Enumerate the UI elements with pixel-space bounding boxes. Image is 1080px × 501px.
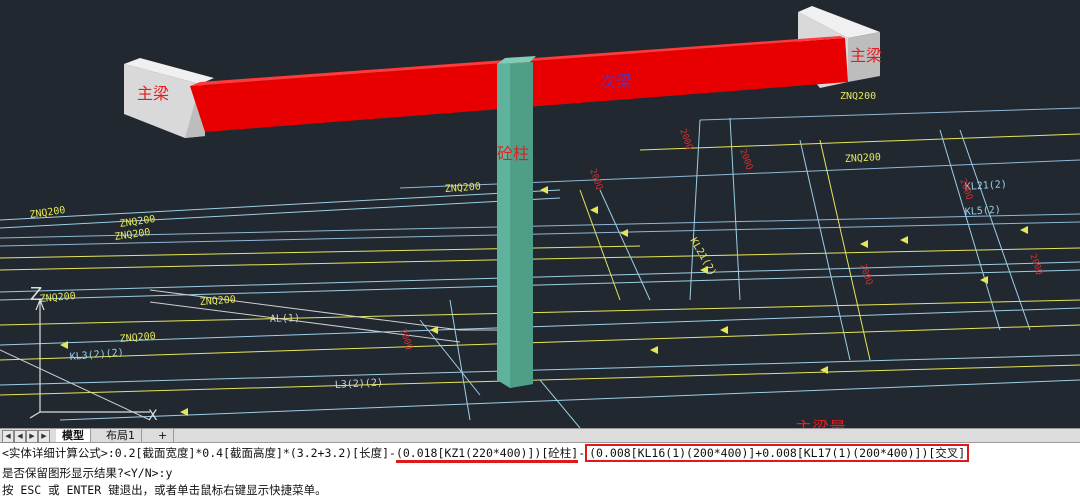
command-line-2: 是否保留图形显示结果?<Y/N>:y: [2, 466, 173, 480]
svg-text:ZNQ200: ZNQ200: [840, 91, 876, 102]
svg-text:200Q: 200Q: [857, 263, 874, 287]
svg-text:X: X: [148, 408, 158, 424]
svg-text:ZNQ200: ZNQ200: [29, 205, 66, 221]
svg-text:ZNQ200: ZNQ200: [39, 291, 76, 305]
tab-model[interactable]: 模型: [56, 429, 91, 442]
layout-tab-bar: ◀ ◀ ▶ ▶ 模型 布局1 +: [0, 428, 1080, 443]
cad-drawing: ZNQ200 ZNQ200 ZNQ200 ZNQ200 ZNQ200 ZNQ20…: [0, 6, 1080, 428]
yellow-dimension-text: ZNQ200 ZNQ200 ZNQ200 ZNQ200 ZNQ200 ZNQ20…: [29, 91, 881, 345]
column-label: 砼柱: [497, 144, 530, 163]
concrete-column-3d: [497, 56, 536, 388]
command-line-history: <实体详细计算公式>:0.2[截面宽度]*0.4[截面高度]*(3.2+3.2)…: [0, 443, 1080, 501]
beam-intersection-deduction: (0.008[KL16(1)(200*400)]+0.008[KL17(1)(2…: [585, 444, 970, 462]
svg-text:ZNQ200: ZNQ200: [119, 214, 156, 230]
cad-viewport[interactable]: ZNQ200 ZNQ200 ZNQ200 ZNQ200 ZNQ200 ZNQ20…: [0, 0, 1080, 428]
command-line-1: <实体详细计算公式>:0.2[截面宽度]*0.4[截面高度]*(3.2+3.2)…: [2, 444, 970, 463]
svg-text:ZNQ200: ZNQ200: [199, 294, 236, 307]
svg-text:ZNQ200: ZNQ200: [119, 331, 156, 345]
tab-layout1[interactable]: 布局1: [100, 429, 142, 442]
svg-text:ZNQ200: ZNQ200: [444, 181, 481, 194]
main-beam-right-label: 主梁: [850, 46, 883, 65]
svg-text:200Q: 200Q: [737, 148, 754, 172]
svg-text:200Q: 200Q: [587, 168, 604, 192]
floor-plan-lines: [0, 107, 1080, 428]
secondary-beam-label: 次梁: [600, 72, 633, 91]
svg-text:200Q: 200Q: [1027, 253, 1044, 277]
svg-text:KL3(2)(2): KL3(2)(2): [69, 347, 124, 363]
next-tab-button[interactable]: ▶: [26, 430, 38, 443]
svg-text:200Q: 200Q: [677, 128, 694, 152]
prev-tab-button[interactable]: ◀: [14, 430, 26, 443]
column-deduction: (0.018[KZ1(220*400)])[砼柱]: [395, 446, 579, 463]
svg-text:AL(1): AL(1): [270, 313, 300, 325]
main-beam-left-label: 主梁: [137, 84, 170, 103]
red-dimension-text: 200Q 200Q 200Q 200Q 200Q 200Q 200Q: [397, 128, 1044, 352]
first-tab-button[interactable]: ◀: [2, 430, 14, 443]
main-beam-quantity-label: 主梁量: [795, 414, 846, 428]
svg-text:ZNQ200: ZNQ200: [845, 152, 882, 165]
command-line-3: 按 ESC 或 ENTER 键退出，或者单击鼠标右键显示快捷菜单。: [2, 483, 327, 497]
formula-prefix: <实体详细计算公式>:0.2[截面宽度]*0.4[截面高度]*(3.2+3.2)…: [2, 446, 396, 460]
axis-z-label: Z: [30, 284, 42, 305]
tab-add[interactable]: +: [152, 429, 175, 442]
svg-text:L3(2)(2): L3(2)(2): [335, 377, 384, 391]
last-tab-button[interactable]: ▶: [38, 430, 50, 443]
